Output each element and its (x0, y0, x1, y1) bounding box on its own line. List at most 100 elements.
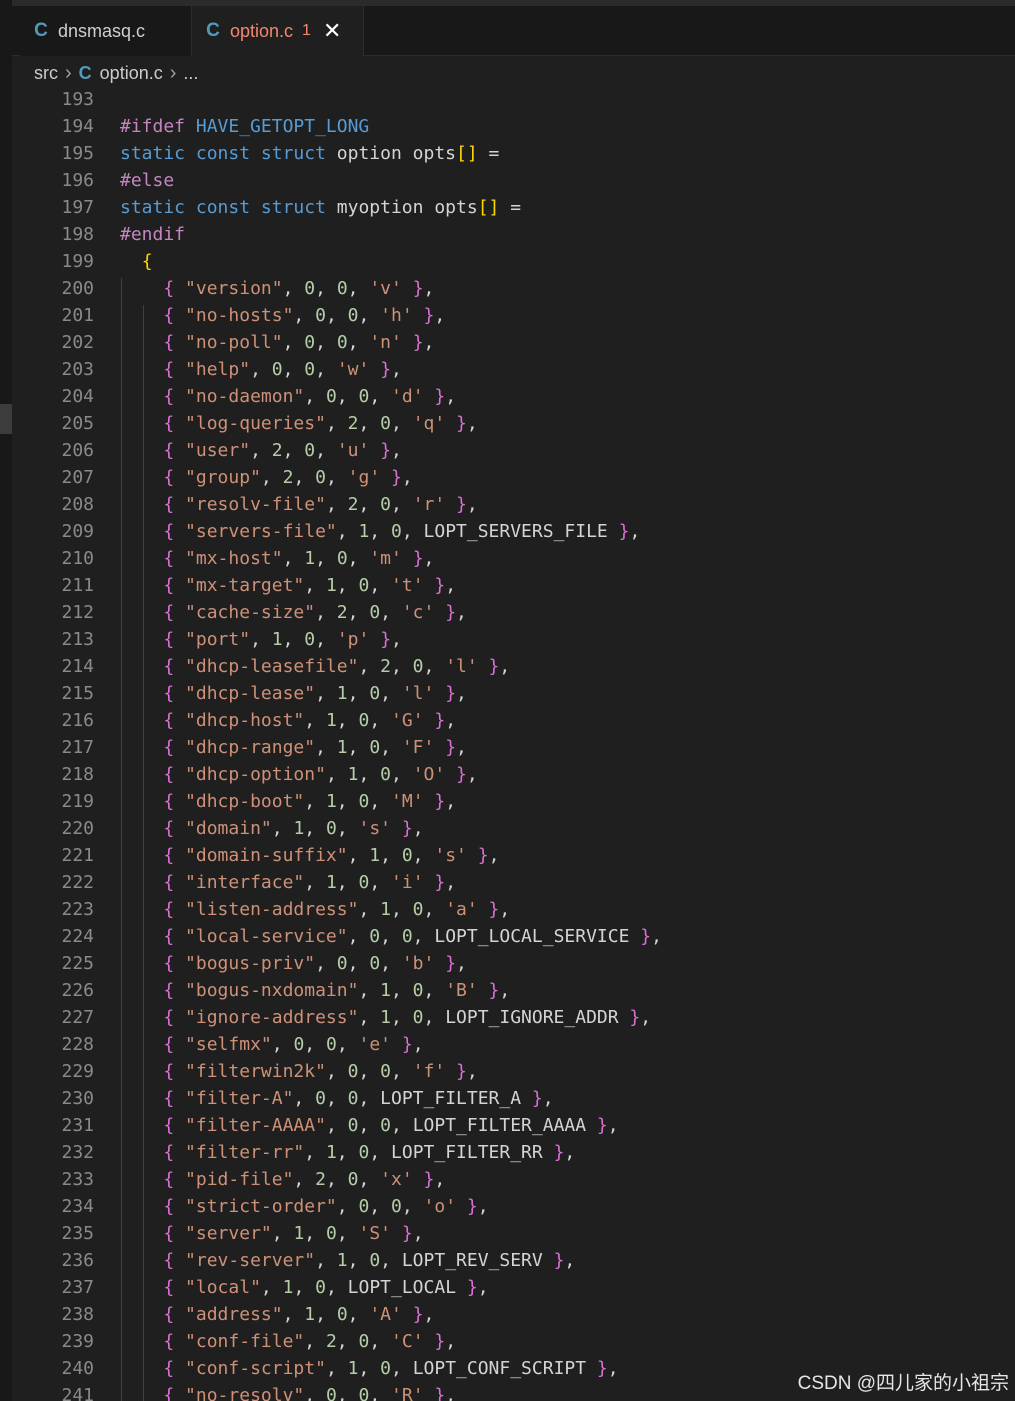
code-line[interactable]: 199 { (12, 248, 1015, 275)
code-line[interactable]: 195 static const struct option opts[] = (12, 140, 1015, 167)
close-icon[interactable]: ✕ (323, 18, 341, 44)
code-line[interactable]: 210 { "mx-host", 1, 0, 'm' }, (12, 545, 1015, 572)
code-line[interactable]: 233 { "pid-file", 2, 0, 'x' }, (12, 1166, 1015, 1193)
keyword: const (195, 197, 251, 218)
code-line[interactable]: 212 { "cache-size", 2, 0, 'c' }, (12, 599, 1015, 626)
brace: { (163, 1196, 175, 1217)
code-line[interactable]: 231 { "filter-AAAA", 0, 0, LOPT_FILTER_A… (12, 1112, 1015, 1139)
breadcrumb-more[interactable]: ... (183, 63, 198, 84)
code-line[interactable]: 215 { "dhcp-lease", 1, 0, 'l' }, (12, 680, 1015, 707)
code-line[interactable]: 208 { "resolv-file", 2, 0, 'r' }, (12, 491, 1015, 518)
code-text: { "rev-server", 1, 0, LOPT_REV_SERV }, (163, 1250, 576, 1271)
code-line[interactable]: 234 { "strict-order", 0, 0, 'o' }, (12, 1193, 1015, 1220)
code-line[interactable]: 235 { "server", 1, 0, 'S' }, (12, 1220, 1015, 1247)
tab-dnsmasq-c[interactable]: C dnsmasq.c (20, 6, 192, 56)
code-line[interactable]: 214 { "dhcp-leasefile", 2, 0, 'l' }, (12, 653, 1015, 680)
code-line[interactable]: 238 { "address", 1, 0, 'A' }, (12, 1301, 1015, 1328)
option-value: LOPT_REV_SERV (401, 1250, 543, 1271)
code-line[interactable]: 217 { "dhcp-range", 1, 0, 'F' }, (12, 734, 1015, 761)
code-line[interactable]: 202 { "no-poll", 0, 0, 'n' }, (12, 329, 1015, 356)
code-line[interactable]: 194 #ifdef HAVE_GETOPT_LONG (12, 113, 1015, 140)
tab-option-c[interactable]: C option.c 1 ✕ (192, 6, 364, 56)
code-line[interactable]: 228 { "selfmx", 0, 0, 'e' }, (12, 1031, 1015, 1058)
breadcrumb-folder[interactable]: src (34, 63, 58, 84)
has-arg-value: 1 (282, 1277, 294, 1298)
code-line[interactable]: 226 { "bogus-nxdomain", 1, 0, 'B' }, (12, 977, 1015, 1004)
code-line[interactable]: 193 (12, 89, 1015, 113)
code-line[interactable]: 218 { "dhcp-option", 1, 0, 'O' }, (12, 761, 1015, 788)
code-line[interactable]: 221 { "domain-suffix", 1, 0, 's' }, (12, 842, 1015, 869)
c-file-icon: C (78, 62, 92, 83)
code-line[interactable]: 201 { "no-hosts", 0, 0, 'h' }, (12, 302, 1015, 329)
code-line[interactable]: 213 { "port", 1, 0, 'p' }, (12, 626, 1015, 653)
has-arg-value: 2 (282, 467, 294, 488)
option-value: 's' (434, 845, 467, 866)
c-file-icon: C (34, 20, 48, 41)
brace: } (401, 1223, 413, 1244)
tab-label: dnsmasq.c (58, 20, 146, 41)
option-name-string: "bogus-priv" (185, 953, 316, 974)
code-line[interactable]: 206 { "user", 2, 0, 'u' }, (12, 437, 1015, 464)
code-line[interactable]: 219 { "dhcp-boot", 1, 0, 'M' }, (12, 788, 1015, 815)
code-line[interactable]: 196 #else (12, 167, 1015, 194)
flag-value: 0 (336, 278, 348, 299)
brace: { (163, 1304, 175, 1325)
code-text: { (120, 248, 153, 275)
option-name-string: "filterwin2k" (185, 1061, 326, 1082)
code-line[interactable]: 211 { "mx-target", 1, 0, 't' }, (12, 572, 1015, 599)
line-number: 231 (61, 1115, 94, 1136)
brace: { (163, 629, 175, 650)
code-line[interactable]: 197 static const struct myoption opts[] = (12, 194, 1015, 221)
line-number: 220 (61, 818, 94, 839)
code-line[interactable]: 200 { "version", 0, 0, 'v' }, (12, 275, 1015, 302)
code-line[interactable]: 205 { "log-queries", 2, 0, 'q' }, (12, 410, 1015, 437)
code-line[interactable]: 237 { "local", 1, 0, LOPT_LOCAL }, (12, 1274, 1015, 1301)
flag-value: 0 (358, 791, 370, 812)
code-line[interactable]: 236 { "rev-server", 1, 0, LOPT_REV_SERV … (12, 1247, 1015, 1274)
code-line[interactable]: 224 { "local-service", 0, 0, LOPT_LOCAL_… (12, 923, 1015, 950)
has-arg-value: 1 (293, 1223, 305, 1244)
code-text: { "dhcp-boot", 1, 0, 'M' }, (163, 791, 457, 812)
code-line[interactable]: 222 { "interface", 1, 0, 'i' }, (12, 869, 1015, 896)
flag-value: 0 (315, 1277, 326, 1298)
code-line[interactable]: 223 { "listen-address", 1, 0, 'a' }, (12, 896, 1015, 923)
option-name-string: "port" (185, 629, 251, 650)
brace: { (163, 899, 175, 920)
breadcrumb-file[interactable]: option.c (100, 63, 163, 84)
option-value: LOPT_SERVERS_FILE (423, 521, 608, 542)
brace: } (401, 818, 413, 839)
code-text: { "group", 2, 0, 'g' }, (163, 467, 413, 488)
code-line[interactable]: 198 #endif (12, 221, 1015, 248)
code-line[interactable]: 230 { "filter-A", 0, 0, LOPT_FILTER_A }, (12, 1085, 1015, 1112)
code-line[interactable]: 203 { "help", 0, 0, 'w' }, (12, 356, 1015, 383)
line-number: 240 (61, 1358, 94, 1379)
brace: { (163, 1007, 175, 1028)
line-number: 214 (61, 656, 94, 677)
identifier: opts (434, 197, 478, 218)
code-line[interactable]: 204 { "no-daemon", 0, 0, 'd' }, (12, 383, 1015, 410)
option-value: LOPT_FILTER_AAAA (412, 1115, 587, 1136)
option-name-string: "no-resolv" (185, 1385, 305, 1401)
code-text: { "user", 2, 0, 'u' }, (163, 440, 402, 461)
code-editor[interactable]: 193 194 #ifdef HAVE_GETOPT_LONG 195 static c… (12, 89, 1015, 1401)
code-line[interactable]: 227 { "ignore-address", 1, 0, LOPT_IGNOR… (12, 1004, 1015, 1031)
option-name-string: "domain" (185, 818, 272, 839)
code-line[interactable]: 229 { "filterwin2k", 0, 0, 'f' }, (12, 1058, 1015, 1085)
code-text: { "version", 0, 0, 'v' }, (163, 278, 435, 299)
brace: } (434, 791, 446, 812)
has-arg-value: 0 (347, 1061, 359, 1082)
code-line[interactable]: 232 { "filter-rr", 1, 0, LOPT_FILTER_RR … (12, 1139, 1015, 1166)
code-line[interactable]: 220 { "domain", 1, 0, 's' }, (12, 815, 1015, 842)
code-line[interactable]: 207 { "group", 2, 0, 'g' }, (12, 464, 1015, 491)
brace: } (640, 926, 652, 947)
code-line[interactable]: 225 { "bogus-priv", 0, 0, 'b' }, (12, 950, 1015, 977)
has-arg-value: 0 (347, 1115, 359, 1136)
code-line[interactable]: 209 { "servers-file", 1, 0, LOPT_SERVERS… (12, 518, 1015, 545)
code-line[interactable]: 216 { "dhcp-host", 1, 0, 'G' }, (12, 707, 1015, 734)
flag-value: 0 (380, 1358, 391, 1379)
has-arg-value: 1 (336, 737, 348, 758)
line-number: 219 (61, 791, 94, 812)
brace: { (141, 251, 153, 272)
option-name-string: "server" (185, 1223, 272, 1244)
code-line[interactable]: 239 { "conf-file", 2, 0, 'C' }, (12, 1328, 1015, 1355)
